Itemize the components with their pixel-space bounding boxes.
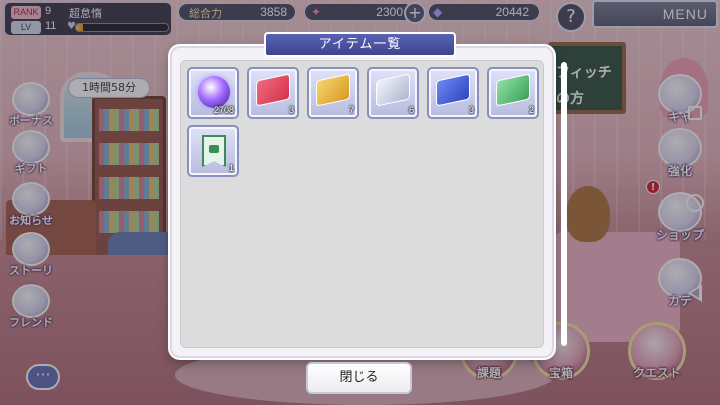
item-slot-blue-ticket[interactable]: 3 (427, 67, 479, 119)
item-slot-green-ticket[interactable]: 2 (487, 67, 539, 119)
item-list-dialog: 2708 3 7 6 3 2 1 (170, 46, 554, 358)
blue-ticket-icon (436, 73, 470, 107)
red-ticket-icon (256, 73, 290, 107)
item-slot-flag[interactable]: 1 (187, 125, 239, 177)
close-button[interactable]: 閉じる (306, 362, 412, 394)
item-count: 7 (348, 105, 354, 115)
green-ticket-icon (496, 73, 530, 107)
item-slot-red-ticket[interactable]: 3 (247, 67, 299, 119)
green-flag-icon (202, 135, 226, 167)
item-slot-orb[interactable]: 2708 (187, 67, 239, 119)
silver-ticket-icon (376, 73, 410, 107)
item-count: 2708 (213, 105, 234, 115)
dialog-title: アイテム一覧 (264, 32, 456, 57)
item-slot-silver-ticket[interactable]: 6 (367, 67, 419, 119)
item-count: 1 (228, 163, 234, 173)
gold-ticket-icon (316, 73, 350, 107)
item-grid-area: 2708 3 7 6 3 2 1 (180, 60, 544, 348)
item-count: 3 (468, 105, 474, 115)
item-count: 2 (528, 105, 534, 115)
purple-orb-icon (198, 76, 230, 108)
item-slot-gold-ticket[interactable]: 7 (307, 67, 359, 119)
item-list-scrollbar[interactable] (561, 62, 567, 346)
item-count: 3 (288, 105, 294, 115)
item-count: 6 (408, 105, 414, 115)
